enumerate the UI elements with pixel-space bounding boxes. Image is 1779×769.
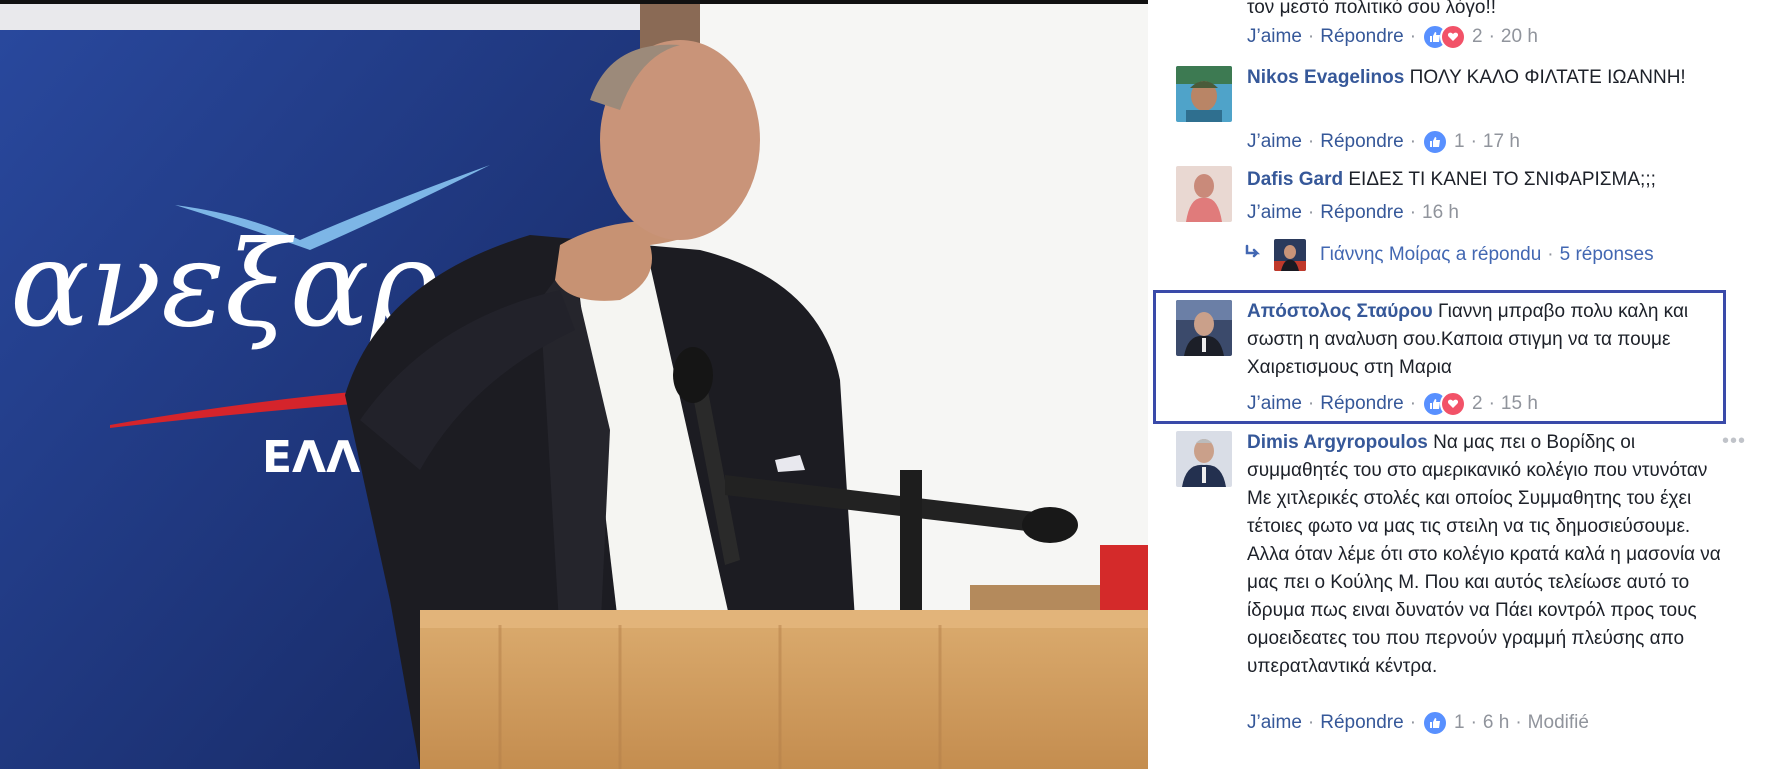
reply-link[interactable]: Répondre	[1320, 26, 1403, 48]
avatar[interactable]	[1176, 300, 1232, 356]
speaker-photo: ανεξαρ ΕΛΛΗΝ	[0, 0, 1148, 769]
comment-text: Nikos Evagelinos ΠΟΛΥ ΚΑΛΟ ΦΙΛΤΑΤΕ ΙΩΑΝΝ…	[1247, 67, 1686, 88]
comment-time[interactable]: 16 h	[1422, 202, 1459, 224]
banner-text: ανεξαρ	[10, 215, 439, 353]
reply-avatar[interactable]	[1274, 239, 1306, 271]
comment-time[interactable]: 20 h	[1501, 26, 1538, 48]
comment-actions: J’aime · Répondre · 16 h	[1247, 202, 1459, 224]
love-reaction-icon	[1440, 24, 1467, 50]
top-border	[0, 0, 1148, 4]
comment-time[interactable]: 6 h	[1483, 712, 1509, 734]
comment-actions: J’aime · Répondre · 1 · 17 h	[1247, 129, 1520, 155]
reaction-count[interactable]: 1	[1454, 712, 1465, 734]
like-link[interactable]: J’aime	[1247, 131, 1302, 153]
reply-link[interactable]: Répondre	[1320, 393, 1403, 415]
comment-text: Dimis Argyropoulos Να μας πει ο Βορίδης …	[1247, 432, 1721, 677]
reply-arrow-icon	[1244, 244, 1264, 266]
reaction-count[interactable]: 2	[1472, 26, 1483, 48]
comment-author[interactable]: Απόστολος Σταύρου	[1247, 301, 1433, 322]
comment-author[interactable]: Nikos Evagelinos	[1247, 67, 1404, 88]
like-link[interactable]: J’aime	[1247, 393, 1302, 415]
comment-author[interactable]: Dafis Gard	[1247, 169, 1343, 190]
comment-text: τον μεστό πολιτικό σου λόγο!!	[1247, 0, 1497, 18]
avatar[interactable]	[1176, 166, 1232, 222]
reactions[interactable]	[1422, 129, 1449, 155]
reactions[interactable]	[1422, 391, 1467, 417]
post-photo[interactable]: ανεξαρ ΕΛΛΗΝ	[0, 0, 1148, 769]
comment-actions: J’aime · Répondre · 2 · 20 h	[1247, 24, 1538, 50]
reply-link[interactable]: Répondre	[1320, 712, 1403, 734]
view-replies-link[interactable]: Γιάννης Μοίρας a répondu · 5 réponses	[1244, 239, 1654, 271]
like-link[interactable]: J’aime	[1247, 202, 1302, 224]
comment-actions: J’aime · Répondre · 2 · 15 h	[1247, 391, 1538, 417]
reactions[interactable]	[1422, 24, 1467, 50]
like-link[interactable]: J’aime	[1247, 712, 1302, 734]
reply-link[interactable]: Répondre	[1320, 202, 1403, 224]
replier-label[interactable]: Γιάννης Μοίρας a répondu	[1320, 244, 1541, 266]
comment-author[interactable]: Dimis Argyropoulos	[1247, 432, 1428, 453]
replies-count[interactable]: 5 réponses	[1560, 244, 1654, 266]
like-reaction-icon	[1422, 710, 1449, 736]
comment-actions: J’aime · Répondre · 1 · 6 h · Modifié	[1247, 710, 1589, 736]
comment-time[interactable]: 17 h	[1483, 131, 1520, 153]
comment-text: Dafis Gard ΕΙΔΕΣ ΤΙ ΚΑΝΕΙ ΤΟ ΣΝΙΦΑΡΙΣΜΑ;…	[1247, 169, 1656, 190]
comment-time[interactable]: 15 h	[1501, 393, 1538, 415]
edited-label[interactable]: Modifié	[1528, 712, 1589, 734]
avatar[interactable]	[1176, 431, 1232, 487]
reactions[interactable]	[1422, 710, 1449, 736]
reaction-count[interactable]: 2	[1472, 393, 1483, 415]
like-reaction-icon	[1422, 129, 1449, 155]
avatar[interactable]	[1176, 66, 1232, 122]
reaction-count[interactable]: 1	[1454, 131, 1465, 153]
like-link[interactable]: J’aime	[1247, 26, 1302, 48]
comment-text: Απόστολος Σταύρου Γιαννη μπραβο πολυ καλ…	[1247, 301, 1689, 378]
comments-panel: τον μεστό πολιτικό σου λόγο!! J’aime · R…	[1148, 0, 1779, 769]
reply-link[interactable]: Répondre	[1320, 131, 1403, 153]
love-reaction-icon	[1440, 391, 1467, 417]
